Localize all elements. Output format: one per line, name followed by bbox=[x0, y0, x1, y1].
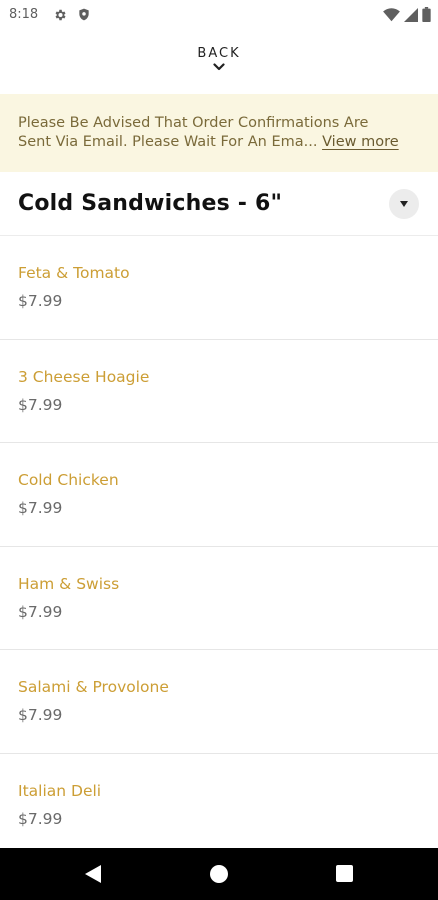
item-price: $7.99 bbox=[18, 499, 63, 517]
item-price: $7.99 bbox=[18, 292, 63, 310]
category-title: Cold Sandwiches - 6" bbox=[18, 191, 283, 216]
status-system-icons bbox=[383, 7, 431, 22]
item-price: $7.99 bbox=[18, 395, 63, 414]
menu-item[interactable]: Ham & Swiss $7.99 bbox=[0, 547, 438, 650]
gear-icon bbox=[55, 9, 66, 21]
item-name: Ham & Swiss bbox=[18, 574, 120, 593]
item-price: $7.99 bbox=[18, 602, 63, 621]
item-name: Feta & Tomato bbox=[18, 264, 130, 282]
back-button[interactable]: BACK bbox=[0, 40, 438, 86]
status-bar: 8:18 bbox=[0, 0, 438, 30]
notice-line-2-text: Sent Via Email. Please Wait For An Ema..… bbox=[18, 134, 318, 150]
menu-item[interactable]: Feta & Tomato $7.99 bbox=[0, 236, 438, 340]
menu-item[interactable]: Italian Deli $7.99 bbox=[0, 754, 438, 857]
status-time: 8:18 bbox=[9, 7, 39, 22]
item-name: Cold Chicken bbox=[18, 471, 119, 489]
category-dropdown-button[interactable] bbox=[389, 189, 419, 219]
category-header: Cold Sandwiches - 6" bbox=[0, 173, 438, 236]
notice-line-1: Please Be Advised That Order Confirmatio… bbox=[18, 115, 369, 131]
view-more-link[interactable]: View more bbox=[322, 134, 399, 150]
shield-icon bbox=[79, 8, 89, 21]
battery-icon bbox=[422, 7, 431, 22]
menu-item[interactable]: 3 Cheese Hoagie $7.99 bbox=[0, 340, 438, 443]
menu-item-list: Feta & Tomato $7.99 3 Cheese Hoagie $7.9… bbox=[0, 236, 438, 857]
menu-item[interactable]: Cold Chicken $7.99 bbox=[0, 443, 438, 547]
menu-item[interactable]: Salami & Provolone $7.99 bbox=[0, 650, 438, 754]
system-navigation-bar bbox=[0, 848, 438, 900]
home-circle-icon[interactable] bbox=[210, 865, 228, 883]
caret-down-icon bbox=[400, 201, 408, 207]
wifi-icon bbox=[383, 7, 400, 21]
item-name: 3 Cheese Hoagie bbox=[18, 367, 150, 386]
chevron-down-icon bbox=[213, 63, 225, 71]
item-price: $7.99 bbox=[18, 809, 63, 828]
back-label: BACK bbox=[197, 46, 241, 61]
item-price: $7.99 bbox=[18, 706, 63, 724]
order-confirmation-notice: Please Be Advised That Order Confirmatio… bbox=[0, 94, 438, 172]
item-name: Salami & Provolone bbox=[18, 678, 169, 696]
recents-square-icon[interactable] bbox=[336, 865, 353, 882]
signal-icon bbox=[404, 7, 418, 22]
back-triangle-icon[interactable] bbox=[84, 864, 102, 884]
notice-line-2: Sent Via Email. Please Wait For An Ema..… bbox=[18, 133, 420, 152]
item-name: Italian Deli bbox=[18, 781, 102, 800]
